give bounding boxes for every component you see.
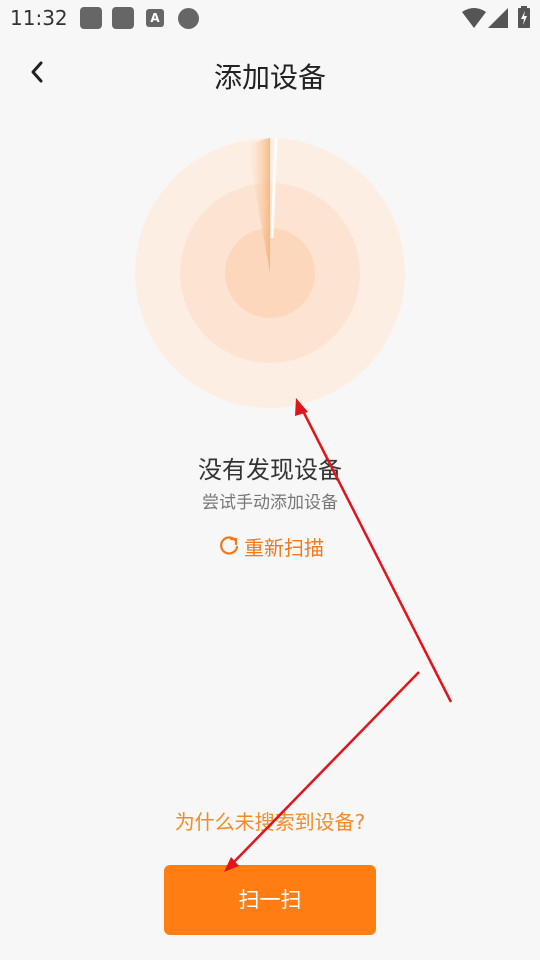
status-time: 11:32 [10,6,68,30]
rescan-button[interactable]: 重新扫描 [218,530,324,562]
page-title: 添加设备 [213,61,326,94]
why-not-found-link[interactable]: 为什么未搜索到设备? [0,806,540,835]
notification-icon [112,7,134,29]
battery-icon [518,6,530,28]
annotation-arrow-line [231,671,420,865]
signal-icon [488,8,508,28]
notification-a-icon: A [146,9,164,27]
header: 添加设备 [0,44,540,104]
radar-scan-graphic [135,138,405,408]
empty-state-subtitle: 尝试手动添加设备 [202,493,338,513]
wifi-icon [462,8,486,28]
status-bar: 11:32 A [0,0,540,36]
scan-qr-button[interactable]: 扫一扫 [164,865,376,935]
notification-dot-icon [178,8,199,29]
rescan-label: 重新扫描 [244,535,324,560]
empty-state-title: 没有发现设备 [198,456,342,484]
refresh-icon [220,536,239,555]
notification-icon [80,7,102,29]
